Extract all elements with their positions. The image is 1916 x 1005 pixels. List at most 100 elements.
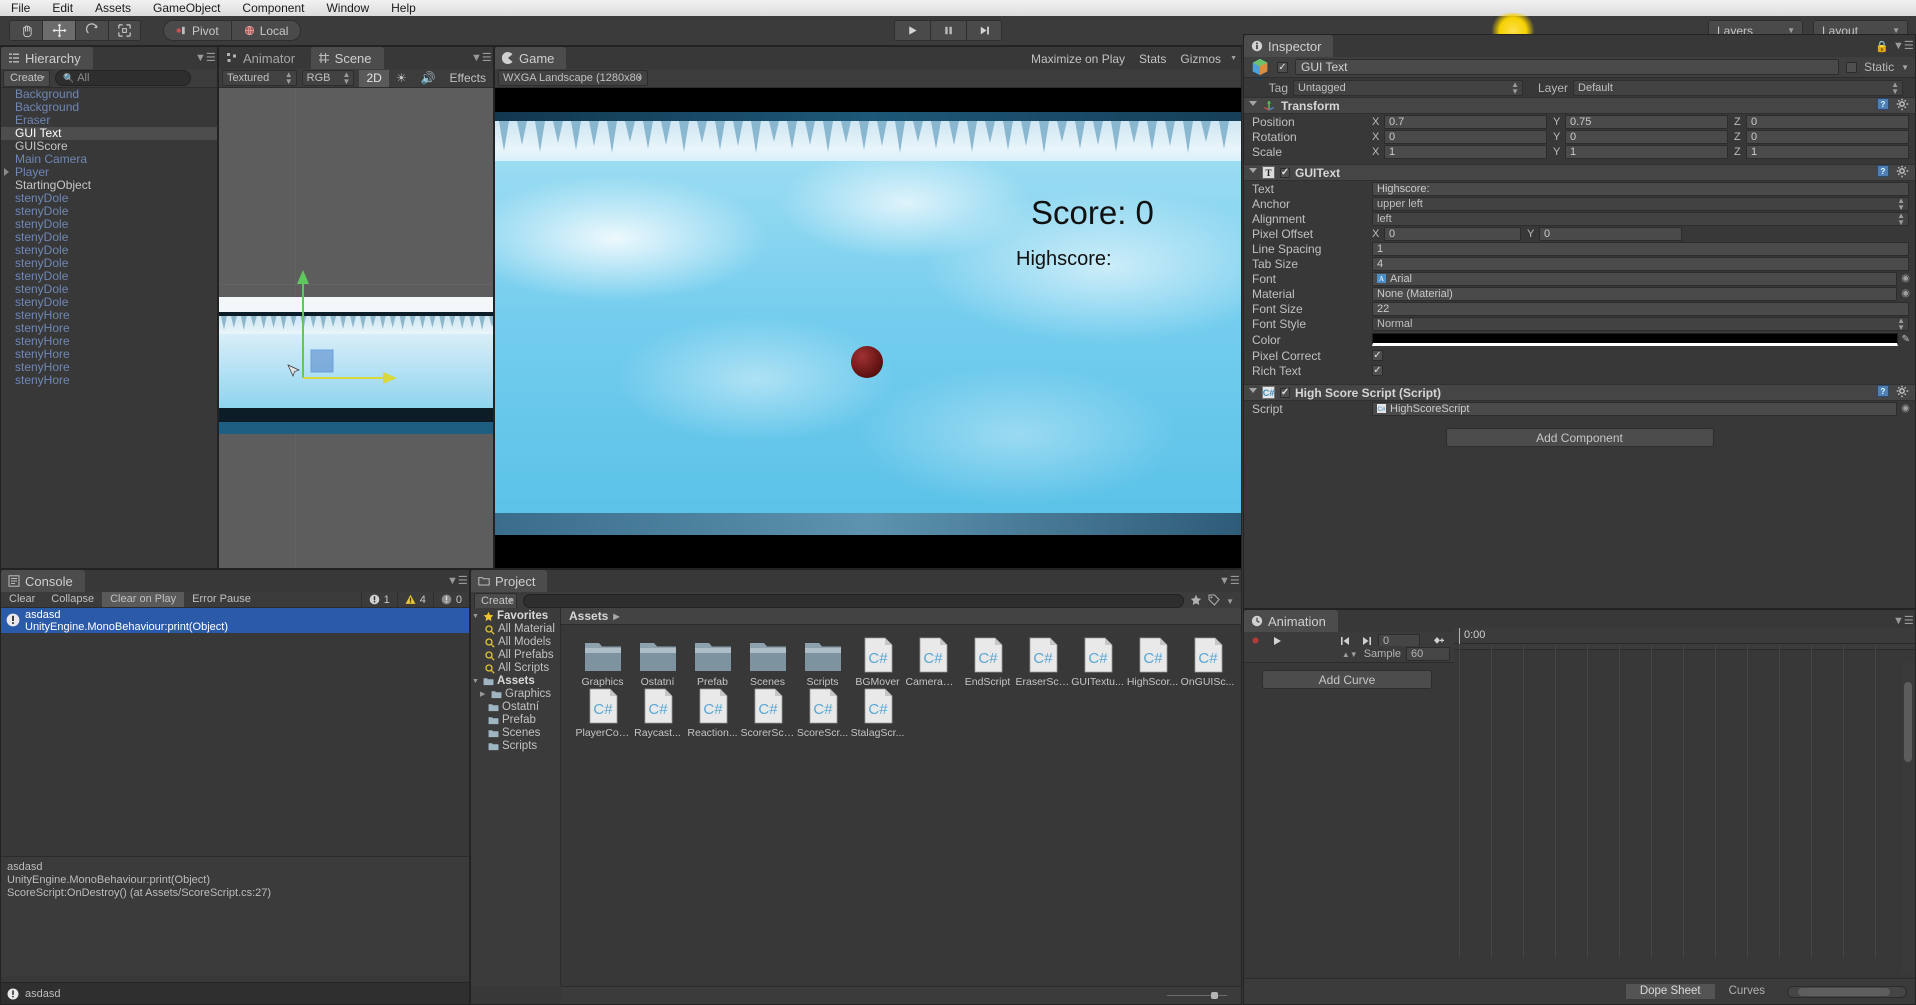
object-picker-icon[interactable]: ◉ [1901, 403, 1910, 414]
console-menu-icon[interactable]: ▼☰ [447, 575, 468, 587]
anchor-dropdown[interactable]: upper left ▲ ▼ [1372, 196, 1909, 211]
project-favorite-item[interactable]: All Models [471, 636, 560, 649]
project-folder-item[interactable]: Scripts [471, 740, 560, 753]
chevron-down-icon[interactable]: ▼ [472, 675, 480, 688]
transform-y-input[interactable]: 0.75 [1565, 114, 1728, 129]
project-zoom-slider[interactable] [1167, 992, 1227, 999]
menu-item-window[interactable]: Window [315, 0, 380, 16]
scene-audio-toggle[interactable]: 🔊 [414, 70, 443, 87]
menu-item-gameobject[interactable]: GameObject [142, 0, 231, 16]
project-assets-root[interactable]: ▼ Assets [471, 675, 560, 688]
tab-hierarchy[interactable]: Hierarchy [1, 47, 93, 69]
chevron-right-icon[interactable]: ▶ [480, 688, 488, 701]
pivot-button[interactable]: Pivot [163, 20, 231, 41]
add-curve-button[interactable]: Add Curve [1262, 670, 1432, 689]
sample-rate-input[interactable]: 60 [1406, 647, 1450, 661]
chevron-right-icon[interactable] [4, 168, 9, 176]
script-object-field[interactable]: C# HighScoreScript [1372, 401, 1898, 416]
alignment-dropdown[interactable]: left ▲ ▼ [1372, 211, 1909, 226]
font-object-field[interactable]: A Arial [1372, 271, 1898, 286]
console-info-counter[interactable]: 1 [360, 591, 397, 608]
color-swatch[interactable] [1372, 333, 1898, 346]
tab-animator[interactable]: Animator [219, 47, 308, 69]
transform-y-input[interactable]: 1 [1565, 144, 1728, 159]
hierarchy-item[interactable]: stenyHore [1, 374, 217, 387]
help-icon[interactable]: ? [1877, 165, 1889, 180]
scene-2d-toggle[interactable]: 2D [359, 69, 389, 87]
project-favorite-item[interactable]: All Prefabs [471, 649, 560, 662]
console-warning-counter[interactable]: 4 [396, 591, 433, 608]
menu-item-component[interactable]: Component [231, 0, 315, 16]
asset-item[interactable]: C# StalagScr... [850, 688, 905, 739]
add-component-button[interactable]: Add Component [1445, 428, 1714, 447]
project-menu-icon[interactable]: ▼☰ [1219, 575, 1240, 587]
asset-item[interactable]: C# Reaction... [685, 688, 740, 739]
gameobject-active-checkbox[interactable]: ✓ [1277, 61, 1288, 73]
guitext-component-header[interactable]: T ✓ GUIText ? [1244, 164, 1915, 181]
move-tool-button[interactable] [42, 20, 75, 41]
chevron-down-icon[interactable]: ▼ [1901, 63, 1909, 72]
chevron-updown-icon[interactable]: ▲▼ [1342, 650, 1358, 659]
project-folder-item[interactable]: Scenes [471, 727, 560, 740]
asset-item[interactable]: C# HighScor... [1125, 637, 1180, 688]
tab-project[interactable]: Project [471, 570, 548, 592]
transform-component-header[interactable]: Transform ? [1244, 97, 1915, 114]
font-style-dropdown[interactable]: Normal ▲ ▼ [1372, 316, 1909, 331]
script-component-header[interactable]: C# ✓ High Score Script (Script) ? [1244, 384, 1915, 401]
scene-effects-dropdown[interactable]: Effects [443, 70, 493, 87]
scene-color-mode-dropdown[interactable]: RGB ▲ ▼ [301, 70, 355, 86]
menu-item-help[interactable]: Help [380, 0, 427, 16]
asset-item[interactable]: Ostatní [630, 637, 685, 688]
hand-tool-button[interactable] [9, 20, 42, 41]
tab-size-input[interactable]: 4 [1372, 256, 1909, 271]
project-search-input[interactable] [523, 594, 1185, 608]
console-log-entry[interactable]: asdasd UnityEngine.MonoBehaviour:print(O… [1, 608, 469, 633]
console-error-pause-toggle[interactable]: Error Pause [184, 592, 259, 607]
scale-tool-button[interactable] [108, 20, 141, 41]
console-collapse-toggle[interactable]: Collapse [43, 592, 102, 607]
tab-inspector[interactable]: Inspector [1244, 35, 1334, 57]
transform-z-input[interactable]: 1 [1746, 144, 1909, 159]
chevron-down-icon[interactable]: ▼ [1230, 55, 1237, 62]
step-button[interactable] [966, 20, 1002, 41]
gameobject-name-input[interactable]: GUI Text [1295, 59, 1840, 75]
rich-text-checkbox[interactable]: ✓ [1372, 365, 1383, 376]
timeline-playhead[interactable] [1459, 628, 1460, 644]
favorite-filter-icon[interactable] [1190, 594, 1202, 609]
rotate-tool-button[interactable] [75, 20, 108, 41]
chevron-down-icon[interactable] [1249, 168, 1257, 177]
pixel-offset-x-input[interactable]: 0 [1384, 226, 1521, 241]
menu-item-assets[interactable]: Assets [84, 0, 142, 16]
asset-item[interactable]: Prefab [685, 637, 740, 688]
gear-icon[interactable] [1896, 385, 1909, 401]
asset-item[interactable]: C# EraserScr... [1015, 637, 1070, 688]
static-checkbox[interactable] [1846, 61, 1858, 73]
scene-draw-mode-dropdown[interactable]: Textured ▲ ▼ [222, 70, 297, 86]
chevron-down-icon[interactable]: ▼ [1226, 597, 1234, 606]
guitext-enabled-checkbox[interactable]: ✓ [1280, 167, 1290, 178]
play-button[interactable] [894, 20, 930, 41]
console-clear-button[interactable]: Clear [1, 592, 43, 607]
animation-timeline-ruler[interactable]: 0:00 [1454, 628, 1915, 644]
pixel-offset-y-input[interactable]: 0 [1539, 226, 1682, 241]
project-folder-item[interactable]: ▶ Graphics [471, 688, 560, 701]
asset-item[interactable]: C# CameraFo... [905, 637, 960, 688]
inspector-menu-icon[interactable]: ▼☰ [1893, 40, 1914, 52]
transform-x-input[interactable]: 0.7 [1384, 114, 1547, 129]
transform-x-input[interactable]: 0 [1384, 129, 1547, 144]
project-tree[interactable]: ▼ Favorites All Material All Models All Pref… [471, 608, 561, 986]
chevron-down-icon[interactable]: ▼ [472, 610, 480, 623]
scene-viewport[interactable] [219, 88, 493, 568]
project-folder-item[interactable]: Prefab [471, 714, 560, 727]
tab-game[interactable]: Game [495, 47, 567, 69]
asset-item[interactable]: C# PlayerCol... [575, 688, 630, 739]
asset-item[interactable]: C# ScoreScr... [795, 688, 850, 739]
project-favorite-item[interactable]: All Scripts [471, 662, 560, 675]
project-create-button[interactable]: Create ▼ [474, 592, 517, 610]
asset-item[interactable]: C# ScorerScr... [740, 688, 795, 739]
local-button[interactable]: Local [230, 20, 302, 41]
game-viewport[interactable]: Score: 0 Highscore: [495, 88, 1241, 568]
object-picker-icon[interactable]: ◉ [1901, 273, 1910, 284]
lock-icon[interactable]: 🔒 [1875, 40, 1889, 53]
hierarchy-create-button[interactable]: Create ▼ [3, 69, 50, 87]
